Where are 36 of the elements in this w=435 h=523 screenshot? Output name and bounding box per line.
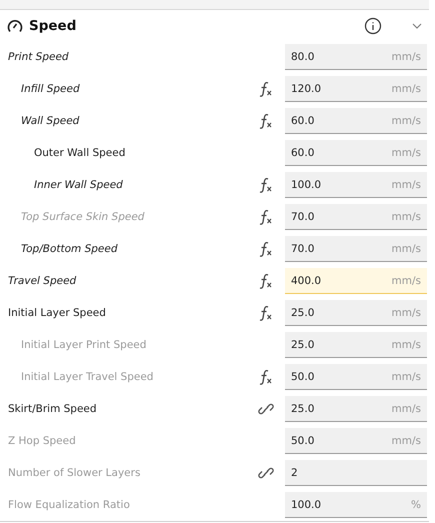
setting-label: Initial Layer Print Speed xyxy=(21,339,148,351)
setting-label: Z Hop Speed xyxy=(8,435,77,447)
setting-label: Outer Wall Speed xyxy=(34,147,126,159)
setting-label: Initial Layer Travel Speed xyxy=(21,371,154,383)
setting-label: Print Speed xyxy=(8,51,70,63)
formula-icon[interactable] xyxy=(259,177,273,193)
gauge-icon xyxy=(7,18,23,34)
value-field[interactable]: 70.0 mm/s xyxy=(285,236,427,262)
formula-icon[interactable] xyxy=(259,81,273,97)
section-title: Speed xyxy=(29,18,78,34)
value-field[interactable]: 80.0 mm/s xyxy=(285,44,427,70)
setting-label: Travel Speed xyxy=(8,275,78,287)
setting-label: Infill Speed xyxy=(21,83,81,95)
setting-label: Number of Slower Layers xyxy=(8,467,142,479)
setting-label: Inner Wall Speed xyxy=(34,179,124,191)
setting-label: Wall Speed xyxy=(21,115,80,127)
value-field[interactable]: 60.0 mm/s xyxy=(285,108,427,134)
value-field[interactable]: 25.0 mm/s xyxy=(285,300,427,326)
chevron-icon xyxy=(411,22,423,30)
value-field[interactable]: 400.0 mm/s xyxy=(285,268,427,294)
link-icon[interactable] xyxy=(258,401,274,417)
setting-label: Flow Equalization Ratio xyxy=(8,499,131,511)
formula-icon[interactable] xyxy=(259,113,273,129)
value-field[interactable]: 120.0 mm/s xyxy=(285,76,427,102)
info-button[interactable] xyxy=(363,16,383,36)
value-field[interactable]: 25.0 mm/s xyxy=(285,396,427,422)
setting-label: Skirt/Brim Speed xyxy=(8,403,98,415)
setting-label: Top Surface Skin Speed xyxy=(21,211,146,223)
value-field[interactable]: 100.0 mm/s xyxy=(285,172,427,198)
formula-icon[interactable] xyxy=(259,305,273,321)
formula-icon[interactable] xyxy=(259,241,273,257)
info-icon xyxy=(364,16,382,34)
value-field[interactable]: 60.0 mm/s xyxy=(285,140,427,166)
setting-label: Top/Bottom Speed xyxy=(21,243,119,255)
setting-label: Initial Layer Speed xyxy=(8,307,107,319)
formula-icon[interactable] xyxy=(259,273,273,289)
